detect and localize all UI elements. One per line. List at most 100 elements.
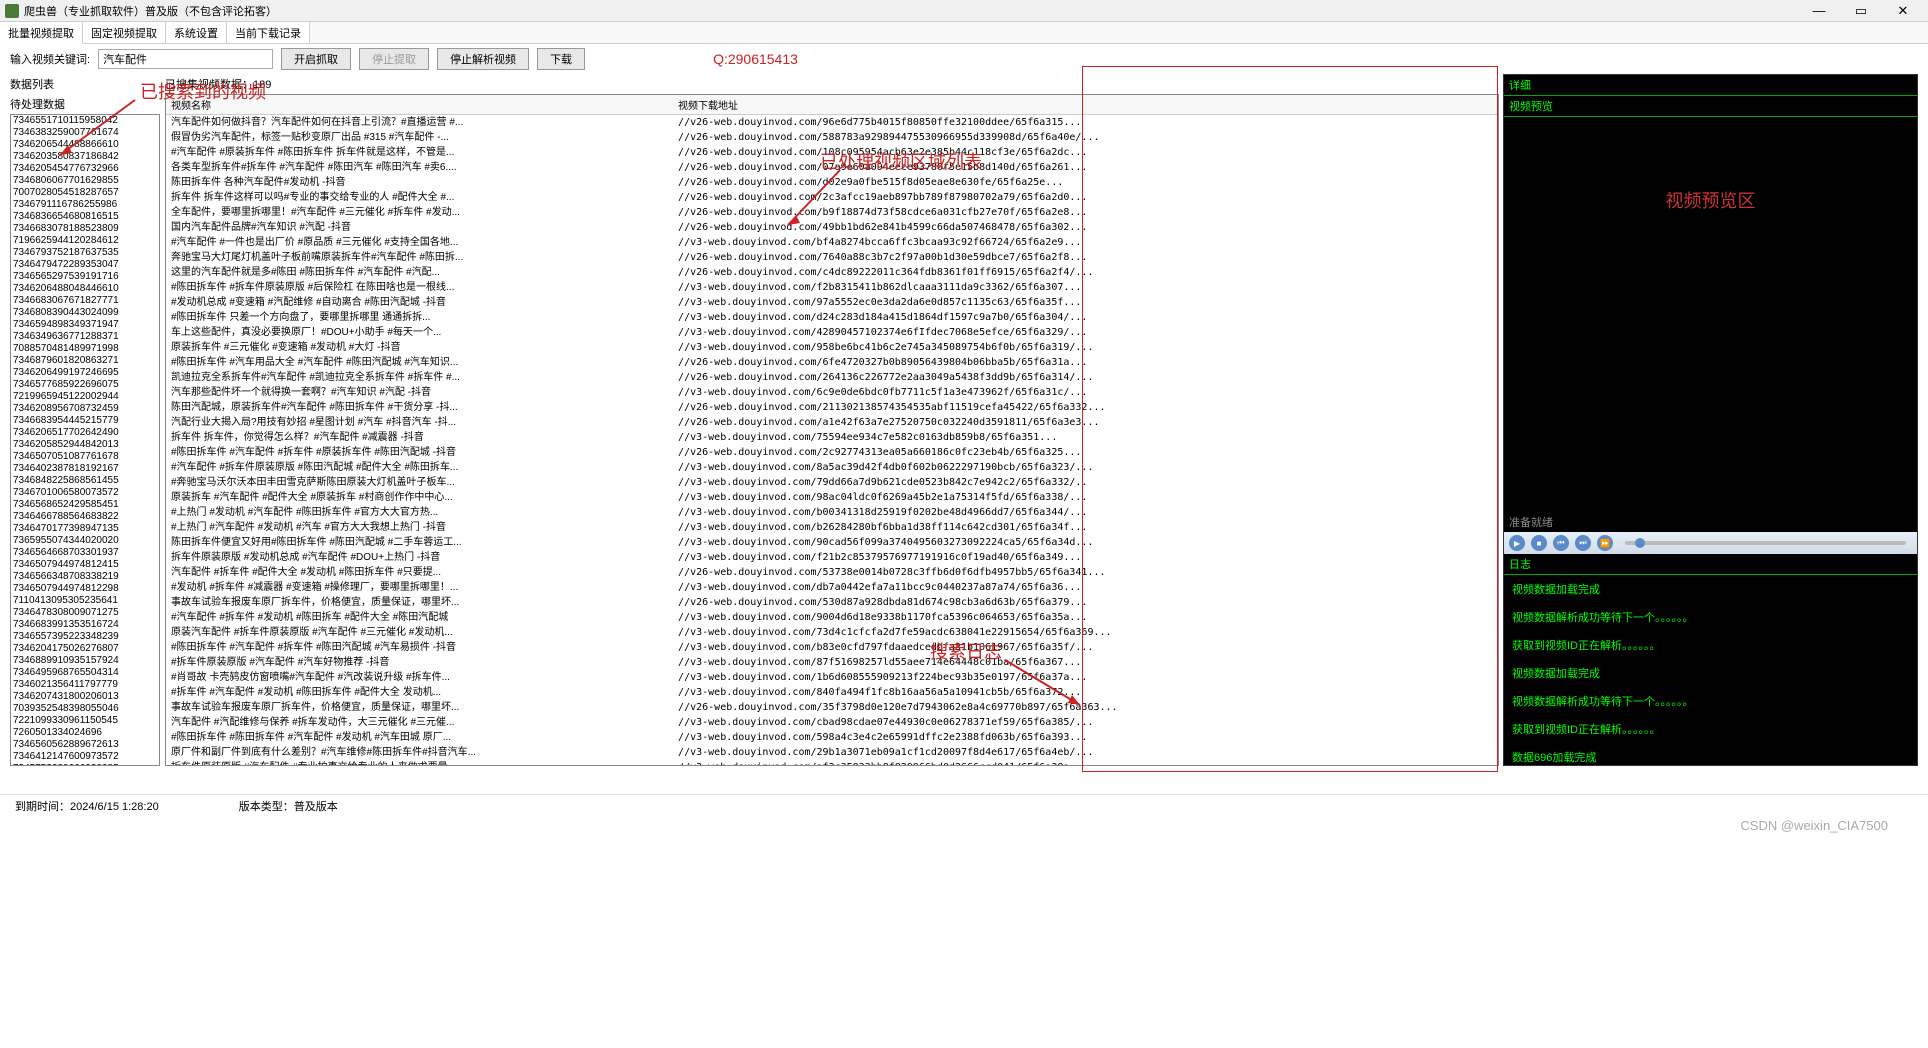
list-item[interactable]: 7346507944974812415 xyxy=(11,559,159,571)
table-row[interactable]: 汽车那些配件坏一个就得换一套啊？#汽车知识 #汽配 -抖音//v3-web.do… xyxy=(166,385,1498,400)
table-row[interactable]: #汽车配件 #一件也是出厂价 #原品质 #三元催化 #支持全国各地...//v3… xyxy=(166,235,1498,250)
player-slider[interactable] xyxy=(1625,541,1906,545)
list-item[interactable]: 7346793752187637535 xyxy=(11,247,159,259)
list-item[interactable]: 7345753389066930085 xyxy=(11,763,159,766)
list-item[interactable]: 7346507944974812298 xyxy=(11,583,159,595)
table-row[interactable]: #肖哥故 卡壳鸫皮仿窗喷嘴#汽车配件 #汽改装说升级 #拆车件...//v3-w… xyxy=(166,670,1498,685)
table-row[interactable]: #拆车件 #汽车配件 #发动机 #陈田拆车件 #配件大全 发动机...//v3-… xyxy=(166,685,1498,700)
next-icon[interactable]: ⏭ xyxy=(1575,535,1591,551)
table-row[interactable]: 汽配行业大揭入局?用技有妙招 #星图计划 #汽车 #抖音汽车 -抖...//v2… xyxy=(166,415,1498,430)
list-item[interactable]: 7346495968765504314 xyxy=(11,667,159,679)
maximize-button[interactable]: ▭ xyxy=(1841,1,1881,21)
list-item[interactable]: 7346551710115958042 xyxy=(11,115,159,127)
list-item[interactable]: 7346479472289353047 xyxy=(11,259,159,271)
start-button[interactable]: 开启抓取 xyxy=(281,48,351,70)
table-row[interactable]: #陈田拆车件 #汽车用品大全 #汽车配件 #陈田汽配城 #汽车知识...//v2… xyxy=(166,355,1498,370)
list-item[interactable]: 7039352548398055046 xyxy=(11,703,159,715)
id-list[interactable]: 7346551710115958042734638325900776167473… xyxy=(10,114,160,766)
minimize-button[interactable]: — xyxy=(1799,1,1839,21)
table-row[interactable]: 假冒伪劣汽车配件，标签一贴秒变原厂出品 #315 #汽车配件 -...//v26… xyxy=(166,130,1498,145)
table-row[interactable]: 车上这些配件，真没必要换原厂！#DOU+小助手 #每天一个...//v3-web… xyxy=(166,325,1498,340)
list-item[interactable]: 7346806067701629855 xyxy=(11,175,159,187)
tab-settings[interactable]: 系统设置 xyxy=(166,22,227,43)
video-table-wrap[interactable]: 视频名称 视频下载地址 汽车配件如何做抖音？汽车配件如何在抖音上引流？#直播运营… xyxy=(165,94,1499,766)
list-item[interactable]: 7346889910935157924 xyxy=(11,655,159,667)
list-item[interactable]: 7346557395223348239 xyxy=(11,631,159,643)
prev-icon[interactable]: ⏮ xyxy=(1553,535,1569,551)
list-item[interactable]: 7007028054518287657 xyxy=(11,187,159,199)
table-row[interactable]: 事故车试验车报废车原厂拆车件，价格便宜，质量保证，哪里坏...//v26-web… xyxy=(166,700,1498,715)
list-item[interactable]: 7346791116786255986 xyxy=(11,199,159,211)
stop-icon[interactable]: ■ xyxy=(1531,535,1547,551)
list-item[interactable]: 7219965945122002944 xyxy=(11,391,159,403)
list-item[interactable]: 7346507051087761678 xyxy=(11,451,159,463)
table-row[interactable]: 陈田拆车件 各种汽车配件#发动机 -抖音//v26-web.douyinvod.… xyxy=(166,175,1498,190)
list-item[interactable]: 7346021356411797779 xyxy=(11,679,159,691)
list-item[interactable]: 7346207431800206013 xyxy=(11,691,159,703)
stop-parse-button[interactable]: 停止解析视频 xyxy=(437,48,529,70)
list-item[interactable]: 7346206488048446610 xyxy=(11,283,159,295)
list-item[interactable]: 7346594898349371947 xyxy=(11,319,159,331)
table-row[interactable]: 这里的汽车配件就是多#陈田 #陈田拆车件 #汽车配件 #汽配...//v26-w… xyxy=(166,265,1498,280)
list-item[interactable]: 7346568652429585451 xyxy=(11,499,159,511)
list-item[interactable]: 7346577685922696075 xyxy=(11,379,159,391)
list-item[interactable]: 7088570481489971998 xyxy=(11,343,159,355)
table-row[interactable]: 拆车件 拆车件，你觉得怎么样？#汽车配件 #减震器 -抖音//v3-web.do… xyxy=(166,430,1498,445)
list-item[interactable]: 7346203580837186842 xyxy=(11,151,159,163)
list-item[interactable]: 7110413095305235641 xyxy=(11,595,159,607)
table-row[interactable]: #发动机总成 #变速箱 #汽配维修 #自动离合 #陈田汽配城 -抖音//v3-w… xyxy=(166,295,1498,310)
list-item[interactable]: 7260501334024696 xyxy=(11,727,159,739)
list-item[interactable]: 7346564668703301937 xyxy=(11,547,159,559)
table-row[interactable]: #汽车配件 #拆车件 #发动机 #陈田拆车 #配件大全 #陈田汽配城//v3-w… xyxy=(166,610,1498,625)
table-row[interactable]: #奔驰宝马沃尔沃本田丰田雪克萨斯陈田原装大灯机盖叶子板车...//v3-web.… xyxy=(166,475,1498,490)
list-item[interactable]: 7346478308009071275 xyxy=(11,607,159,619)
list-item[interactable]: 7346848225868561455 xyxy=(11,475,159,487)
table-row[interactable]: 汽车配件如何做抖音？汽车配件如何在抖音上引流？#直播运营 #...//v26-w… xyxy=(166,115,1498,131)
list-item[interactable]: 7196625944120284612 xyxy=(11,235,159,247)
list-item[interactable]: 7346683078188523809 xyxy=(11,223,159,235)
list-item[interactable]: 7346879601820863271 xyxy=(11,355,159,367)
list-item[interactable]: 7346206544488866610 xyxy=(11,139,159,151)
table-row[interactable]: 原装汽车配件 #拆车件原装原版 #汽车配件 #三元催化 #发动机...//v3-… xyxy=(166,625,1498,640)
list-item[interactable]: 7346208956708732459 xyxy=(11,403,159,415)
list-item[interactable]: 7346206517702642490 xyxy=(11,427,159,439)
table-row[interactable]: 原厂件和副厂件到底有什么差别？#汽车维修#陈田拆车件#抖音汽车...//v3-w… xyxy=(166,745,1498,760)
tab-fixed[interactable]: 固定视频提取 xyxy=(83,22,166,43)
close-button[interactable]: ✕ xyxy=(1883,1,1923,21)
table-row[interactable]: 拆车件 拆车件这样可以吗#专业的事交给专业的人 #配件大全 #...//v26-… xyxy=(166,190,1498,205)
tab-downloads[interactable]: 当前下载记录 xyxy=(227,22,310,43)
list-item[interactable]: 7346683954445215779 xyxy=(11,415,159,427)
list-item[interactable]: 7346683991353516724 xyxy=(11,619,159,631)
table-row[interactable]: #陈田拆车件 #汽车配件 #拆车件 #原装拆车件 #陈田汽配城 -抖音//v26… xyxy=(166,445,1498,460)
list-item[interactable]: 7346205454776732966 xyxy=(11,163,159,175)
table-row[interactable]: 汽车配件 #汽配维修与保养 #拆车发动件，大三元催化 #三元催...//v3-w… xyxy=(166,715,1498,730)
list-item[interactable]: 7346836654680816515 xyxy=(11,211,159,223)
list-item[interactable]: 7365955074344020020 xyxy=(11,535,159,547)
table-row[interactable]: 原装拆车 #汽车配件 #配件大全 #原装拆车 #村商创作作中中心...//v3-… xyxy=(166,490,1498,505)
table-row[interactable]: 汽车配件 #拆车件 #配件大全 #发动机 #陈田拆车件 #只要提...//v26… xyxy=(166,565,1498,580)
list-item[interactable]: 7346683067671827771 xyxy=(11,295,159,307)
list-item[interactable]: 7346206499197246695 xyxy=(11,367,159,379)
table-row[interactable]: 原装拆车件 #三元催化 #变速箱 #发动机 #大灯 -抖音//v3-web.do… xyxy=(166,340,1498,355)
list-item[interactable]: 7346470177398947135 xyxy=(11,523,159,535)
list-item[interactable]: 7346565297539191716 xyxy=(11,271,159,283)
table-row[interactable]: 全车配件，要哪里拆哪里！#汽车配件 #三元催化 #拆车件 #发动...//v26… xyxy=(166,205,1498,220)
download-button[interactable]: 下载 xyxy=(537,48,585,70)
table-row[interactable]: 奔驰宝马大灯尾灯机盖叶子板前嘴原装拆车件#汽车配件 #陈田拆...//v26-w… xyxy=(166,250,1498,265)
table-row[interactable]: 事故车试验车报废车原厂拆车件，价格便宜，质量保证，哪里坏...//v26-web… xyxy=(166,595,1498,610)
table-row[interactable]: 国内汽车配件品牌#汽车知识 #汽配 -抖音//v26-web.douyinvod… xyxy=(166,220,1498,235)
table-row[interactable]: 各类车型拆车件#拆车件 #汽车配件 #陈田汽车 #陈田汽车 #卖6....//v… xyxy=(166,160,1498,175)
table-row[interactable]: #陈田拆车件 #汽车配件 #拆车件 #陈田汽配城 #汽车易损件 -抖音//v3-… xyxy=(166,640,1498,655)
list-item[interactable]: 7346204175026276807 xyxy=(11,643,159,655)
table-row[interactable]: #汽车配件 #原装拆车件 #陈田拆车件 拆车件就是这样，不管是...//v26-… xyxy=(166,145,1498,160)
table-row[interactable]: #陈田拆车件 #拆车件原装原版 #后保险杠 在陈田啥也是一根线...//v3-w… xyxy=(166,280,1498,295)
table-row[interactable]: #上热门 #发动机 #汽车配件 #陈田拆车件 #官方大大官方热...//v3-w… xyxy=(166,505,1498,520)
play-icon[interactable]: ▶ xyxy=(1509,535,1525,551)
table-row[interactable]: #发动机 #拆车件 #减震器 #变速箱 #操修理厂，要哪里拆哪里！...//v3… xyxy=(166,580,1498,595)
tab-batch[interactable]: 批量视频提取 xyxy=(0,22,83,44)
stop-button[interactable]: 停止提取 xyxy=(359,48,429,70)
table-row[interactable]: 拆车件原装原版 #汽车配件 #专业拍事交给专业的人来做求要量...//v3-we… xyxy=(166,760,1498,766)
list-item[interactable]: 7346466788564683822 xyxy=(11,511,159,523)
list-item[interactable]: 7346412147600973572 xyxy=(11,751,159,763)
list-item[interactable]: 7346560562889672613 xyxy=(11,739,159,751)
